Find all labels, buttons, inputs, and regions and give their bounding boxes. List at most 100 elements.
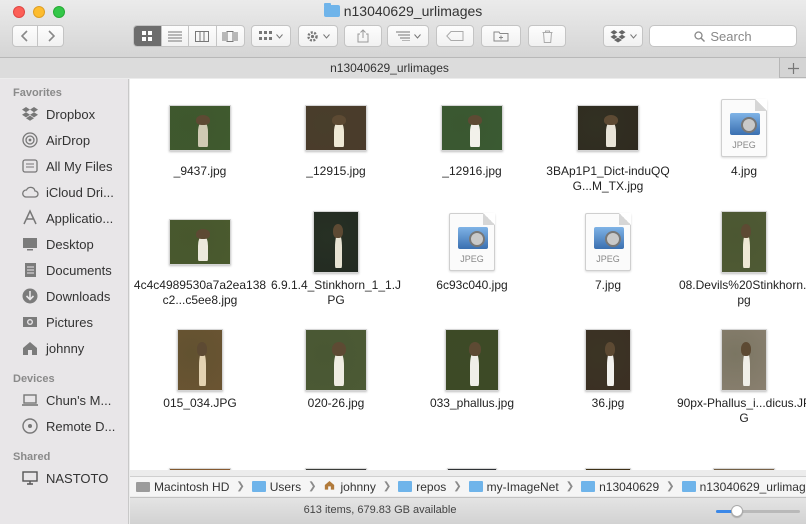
sidebar-item-downloads[interactable]: Downloads [20,285,128,307]
back-button[interactable] [13,26,39,46]
sidebar-item-label: Remote D... [46,418,116,434]
mushroom-stalk [334,122,344,147]
sidebar-item-airdrop[interactable]: AirDrop [20,129,128,151]
file-grid: _9437.jpg _12915.jpg _12916.jpg 3BAp1P1_Dic… [130,79,806,470]
share-button[interactable] [344,25,382,47]
new-folder-button[interactable] [481,25,521,47]
image-thumbnail [305,468,367,470]
folder-icon [581,481,596,492]
thumbnail-background [170,469,230,470]
sidebar-item-chun-s-m[interactable]: Chun's M... [20,389,128,411]
sidebar-item-remote-d[interactable]: Remote D... [20,415,128,437]
share-icon [357,29,369,43]
sidebar-item-nastoto[interactable]: NASTOTO [20,467,128,489]
file-name: 90px-Phallus_i...dicus.JPG [676,396,806,425]
preview-picture-icon [594,227,624,249]
path-crumb-n13040629-urlimages[interactable]: n13040629_urlimages [681,480,806,494]
sidebar-item-applicatio[interactable]: Applicatio... [20,207,128,229]
chevron-right-icon: ❯ [236,481,245,492]
icon-view-button[interactable] [134,26,162,46]
forward-button[interactable] [38,26,63,46]
folder-icon [251,481,266,492]
path-crumb-johnny[interactable]: johnny [323,479,376,494]
slider-knob[interactable] [731,505,743,517]
chevron-right-icon: ❯ [382,481,392,492]
sidebar-item-pictures[interactable]: Pictures [20,311,128,333]
mushroom-cap [332,115,346,125]
back-forward-control [12,25,64,47]
page-fold [755,99,767,111]
image-thumbnail [177,329,223,391]
gear-icon [307,30,318,42]
image-thumbnail [585,468,631,470]
chevron-left-icon [21,30,28,42]
sidebar-item-icloud-dri[interactable]: iCloud Dri... [20,181,128,203]
column-view-button[interactable] [189,26,217,46]
tab-current-folder[interactable]: n13040629_urlimages [0,58,780,78]
sidebar-item-label: Dropbox [46,106,96,122]
window-toolbar: n13040629_urlimages Search [0,0,806,58]
airdrop-icon [20,131,40,149]
folder-icon [468,481,483,492]
network-computer-icon [20,469,40,487]
path-crumb-macintosh-hd[interactable]: Macintosh HD [136,480,229,494]
all-files-icon [20,157,40,175]
dropbox-button[interactable] [603,25,643,47]
image-thumbnail [445,329,499,391]
path-crumb-repos[interactable]: repos [398,480,446,494]
file-type-label: JPEG [732,140,756,150]
tags-button[interactable] [436,25,474,47]
sidebar-item-all-my-files[interactable]: All My Files [20,155,128,177]
mushroom-stalk [335,234,342,268]
chevron-right-icon: ❯ [453,481,462,492]
sidebar-item-johnny[interactable]: johnny [20,337,128,359]
mushroom-stalk [743,234,750,268]
image-thumbnail [721,329,767,391]
path-crumb-label: Macintosh HD [154,479,230,494]
list-view-button[interactable] [162,26,189,46]
new-folder-icon [493,31,509,42]
sidebar: Favorites Dropbox AirDrop All My Files iClou… [0,79,129,524]
sidebar-heading: Favorites [13,87,62,99]
path-bar: Macintosh HD ❯ Users ❯ johnny ❯ repos ❯ my-Image… [130,476,806,496]
action-button[interactable] [298,25,338,47]
sidebar-item-desktop[interactable]: Desktop [20,233,128,255]
mushroom-stalk [606,122,616,147]
trash-button[interactable] [528,25,566,47]
path-crumb-users[interactable]: Users [251,480,301,494]
cloud-icon [20,183,40,201]
new-tab-button[interactable] [780,58,806,78]
file-name: 7.jpg [594,278,622,292]
cover-flow-button[interactable] [217,26,244,46]
file-name: 08.Devils%20Stinkhorn.jpg [678,278,806,307]
image-thumbnail [169,219,231,265]
search-field[interactable]: Search [649,25,797,47]
sidebar-item-documents[interactable]: Documents [20,259,128,281]
mushroom-stalk [743,352,750,386]
home-icon [323,479,336,494]
file-type-label: JPEG [596,254,620,264]
chevron-right-icon: ❯ [666,481,675,492]
jpeg-file-icon: JPEG [721,99,767,157]
path-crumb-label: johnny [340,479,376,494]
file-name: 6c93c040.jpg [436,278,508,292]
sidebar-item-dropbox[interactable]: Dropbox [20,103,128,125]
thumbnail-background [306,469,366,470]
mushroom-stalk [607,352,614,386]
sidebar-item-label: Chun's M... [46,392,112,408]
mushroom-cap [196,115,210,125]
window-title-text: n13040629_urlimages [343,3,483,19]
jpeg-file-icon: JPEG [585,213,631,271]
chevron-down-icon [629,33,637,39]
icon-size-slider[interactable] [716,505,800,517]
path-crumb-n13040629[interactable]: n13040629 [581,480,659,494]
sidebar-item-label: Desktop [46,236,94,252]
downloads-icon [20,287,40,305]
image-thumbnail [305,105,367,151]
folder-icon [681,481,696,492]
path-crumb-my-imagenet[interactable]: my-ImageNet [468,480,559,494]
image-thumbnail [169,105,231,151]
arrange-button[interactable] [251,25,291,47]
sidebar-item-label: AirDrop [46,132,91,148]
sort-button[interactable] [387,25,429,47]
